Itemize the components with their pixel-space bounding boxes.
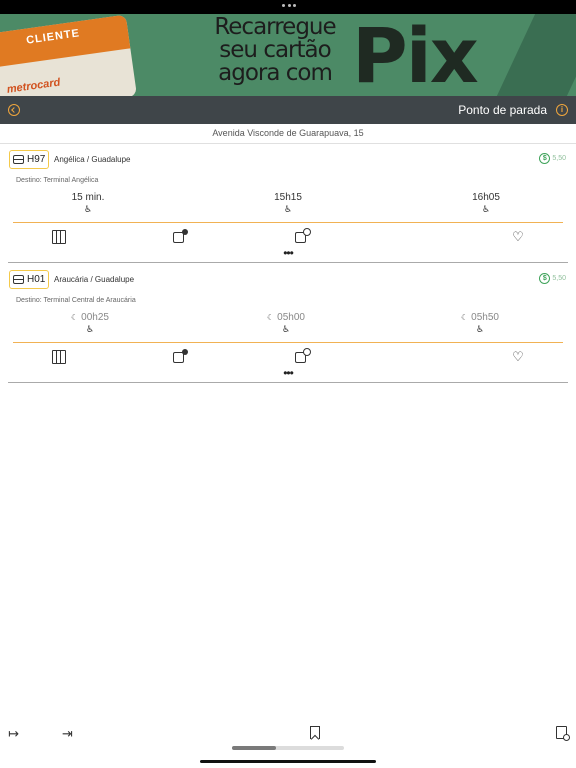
banner-headline: Recarregue seu cartão agora com [200, 16, 350, 85]
route-card[interactable]: H01 Araucária / Guadalupe $ 5,50 Destino… [8, 266, 568, 383]
top-navigation-bar: Ponto de parada i [0, 96, 576, 124]
time-value: 16h05 [472, 192, 500, 203]
departure-time: ☾ 00h25 ♿ [50, 312, 130, 335]
time-text: 00h25 [81, 312, 109, 323]
route-actions: ♡ [8, 348, 568, 366]
sidebar-end-icon[interactable]: ⇥ [62, 726, 73, 742]
accessibility-icon: ♿ [281, 324, 291, 334]
promo-banner[interactable]: CLIENTE metrocard Recarregue seu cartão … [0, 14, 576, 96]
bookmark-icon[interactable] [310, 726, 320, 739]
departure-times: ☾ 00h25 ♿ ☾ 05h00 ♿ ☾ 05h50 ♿ [8, 312, 568, 336]
info-icon[interactable]: i [556, 104, 568, 116]
home-indicator[interactable] [200, 760, 376, 763]
document-search-icon[interactable] [556, 726, 570, 741]
status-bar [0, 0, 576, 14]
banner-headline-line2: seu cartão [219, 37, 331, 63]
divider [13, 222, 563, 223]
departure-times: 15 min. ♿ 15h15 ♿ 16h05 ♿ [8, 192, 568, 216]
multitasking-dots-icon[interactable] [282, 4, 296, 8]
accessibility-icon: ♿ [481, 204, 491, 214]
bus-icon [13, 275, 24, 284]
page-title: Ponto de parada [458, 103, 547, 117]
stop-address: Avenida Visconde de Guarapuava, 15 [212, 128, 364, 138]
accessibility-icon: ♿ [283, 204, 293, 214]
bus-schedule-icon[interactable] [295, 348, 311, 363]
fare: $ 5,50 [539, 273, 566, 284]
time-value: ☾ 05h50 [440, 312, 520, 323]
route-name: Araucária / Guadalupe [54, 275, 135, 284]
map-icon[interactable] [52, 350, 66, 364]
more-options-icon[interactable]: ••• [282, 247, 294, 259]
time-value: ☾ 05h00 [246, 312, 326, 323]
moon-icon: ☾ [267, 313, 275, 322]
dollar-icon: $ [539, 273, 551, 284]
route-badge[interactable]: H01 [9, 270, 49, 289]
departure-time: ☾ 05h00 ♿ [246, 312, 326, 335]
departure-time: 15 min. ♿ [48, 192, 128, 215]
pix-logo: Pix [352, 14, 479, 96]
time-value: 15h15 [274, 192, 302, 203]
bus-info-icon[interactable] [173, 229, 188, 243]
card-brand: metrocard [6, 76, 62, 96]
destination: Destino: Terminal Central de Araucária [16, 297, 136, 304]
fare-value: 5,50 [552, 155, 566, 162]
more-options-icon[interactable]: ••• [282, 367, 294, 379]
departure-time: 16h05 ♿ [446, 192, 526, 215]
moon-icon: ☾ [461, 313, 469, 322]
time-value: 15 min. [71, 192, 105, 203]
bus-schedule-icon[interactable] [295, 228, 311, 243]
dollar-icon: $ [539, 153, 551, 164]
fare: $ 5,50 [539, 153, 566, 164]
route-code: H01 [27, 274, 46, 285]
divider [13, 342, 563, 343]
banner-headline-line3: agora com [218, 60, 333, 86]
map-icon[interactable] [52, 230, 66, 244]
bus-info-icon[interactable] [173, 349, 188, 363]
departure-time: 15h15 ♿ [248, 192, 328, 215]
transit-card-image: CLIENTE metrocard [0, 14, 138, 96]
route-name: Angélica / Guadalupe [54, 155, 131, 164]
route-code: H97 [27, 154, 46, 165]
accessibility-icon: ♿ [83, 204, 93, 214]
moon-icon: ☾ [71, 313, 79, 322]
scroll-thumb[interactable] [232, 746, 276, 750]
time-text: 05h00 [277, 312, 305, 323]
divider [0, 143, 576, 144]
back-icon[interactable] [8, 104, 20, 116]
favorite-heart-icon[interactable]: ♡ [511, 230, 525, 244]
fare-value: 5,50 [552, 275, 566, 282]
route-actions: ♡ [8, 228, 568, 246]
route-badge[interactable]: H97 [9, 150, 49, 169]
destination: Destino: Terminal Angélica [16, 177, 99, 184]
sidebar-open-icon[interactable]: ↦ [8, 726, 19, 742]
bus-icon [13, 155, 24, 164]
accessibility-icon: ♿ [475, 324, 485, 334]
accessibility-icon: ♿ [85, 324, 95, 334]
favorite-heart-icon[interactable]: ♡ [511, 350, 525, 364]
route-card[interactable]: H97 Angélica / Guadalupe $ 5,50 Destino:… [8, 146, 568, 263]
time-text: 05h50 [471, 312, 499, 323]
banner-headline-line1: Recarregue [214, 14, 336, 40]
time-value: ☾ 00h25 [50, 312, 130, 323]
departure-time: ☾ 05h50 ♿ [440, 312, 520, 335]
